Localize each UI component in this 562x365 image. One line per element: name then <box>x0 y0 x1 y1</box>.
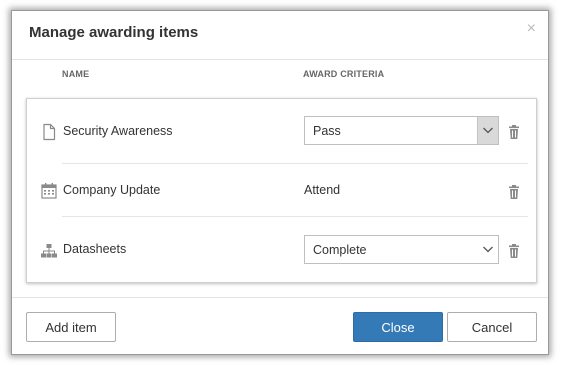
dialog-title: Manage awarding items <box>29 24 199 41</box>
sitemap-icon <box>41 244 57 258</box>
item-name: Datasheets <box>63 242 127 256</box>
award-criteria-value: Attend <box>304 183 341 197</box>
column-header-award-criteria: AWARD CRITERIA <box>303 69 385 79</box>
manage-awarding-items-dialog: Manage awarding items × NAME AWARD CRITE… <box>11 10 549 355</box>
award-criteria-select[interactable]: Complete <box>304 235 499 264</box>
row-divider <box>62 216 528 217</box>
document-icon <box>43 123 56 141</box>
chevron-down-icon <box>477 117 498 144</box>
dialog-footer: Add item Close Cancel <box>12 297 548 356</box>
column-header-name: NAME <box>62 69 90 79</box>
list-item: Datasheets Complete <box>27 222 536 280</box>
calendar-icon <box>41 183 57 199</box>
close-icon[interactable]: × <box>527 20 536 38</box>
award-criteria-select[interactable]: Pass <box>304 116 499 145</box>
item-name: Security Awareness <box>63 124 173 138</box>
list-item: Security Awareness Pass <box>27 103 536 161</box>
select-value: Pass <box>313 124 341 138</box>
trash-icon[interactable] <box>506 184 522 200</box>
awarding-items-list: Security Awareness Pass Company Update A… <box>26 98 537 283</box>
close-button[interactable]: Close <box>353 312 443 342</box>
item-name: Company Update <box>63 183 161 197</box>
trash-icon[interactable] <box>506 243 522 259</box>
cancel-button[interactable]: Cancel <box>447 312 537 342</box>
trash-icon[interactable] <box>506 124 522 140</box>
add-item-button[interactable]: Add item <box>26 312 116 342</box>
list-item: Company Update Attend <box>27 163 536 221</box>
chevron-down-icon <box>483 246 493 253</box>
select-value: Complete <box>313 243 367 257</box>
dialog-header: Manage awarding items × <box>12 11 548 60</box>
